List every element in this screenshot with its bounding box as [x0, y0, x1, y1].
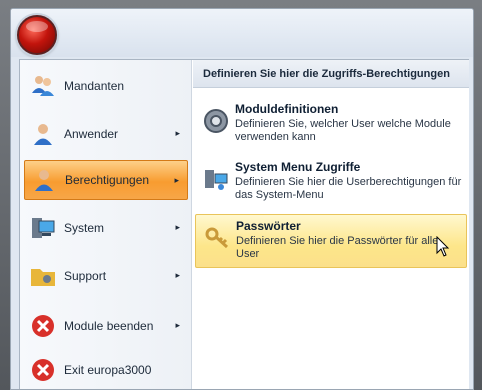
menu-item-label: Support — [64, 269, 107, 283]
submenu-item-moduldefinitionen[interactable]: Moduldefinitionen Definieren Sie, welche… — [195, 98, 467, 152]
submenu-item-description: Definieren Sie hier die Userberechtigung… — [235, 176, 462, 201]
menu-item-anwender[interactable]: Anwender ▸ — [24, 114, 188, 154]
application-window: Mandanten Anwender ▸ Berechtigungen ▸ Sy… — [10, 8, 474, 390]
menu-item-label: Berechtigungen — [65, 173, 150, 187]
menu-item-system[interactable]: System ▸ — [24, 208, 188, 248]
menu-item-mandanten[interactable]: Mandanten — [24, 66, 188, 106]
chevron-right-icon: ▸ — [175, 320, 180, 330]
computer-icon — [30, 215, 56, 241]
user-orange-icon — [31, 167, 57, 193]
menu-item-exit[interactable]: Exit europa3000 — [24, 350, 188, 389]
menu-item-label: Exit europa3000 — [64, 363, 152, 377]
submenu-panel: Definieren Sie hier die Zugriffs-Berecht… — [193, 60, 469, 389]
submenu-item-title: Moduldefinitionen — [235, 102, 339, 116]
close-red-icon — [30, 313, 56, 339]
application-menu: Mandanten Anwender ▸ Berechtigungen ▸ Sy… — [19, 59, 469, 389]
submenu-item-passwoerter[interactable]: Passwörter Definieren Sie hier die Passw… — [195, 214, 467, 268]
menu-item-label: System — [64, 221, 105, 235]
submenu-item-system-menu-zugriffe[interactable]: System Menu Zugriffe Definieren Sie hier… — [195, 156, 467, 210]
submenu-item-title: Passwörter — [236, 219, 301, 233]
network-icon — [203, 166, 229, 192]
menu-item-berechtigungen[interactable]: Berechtigungen ▸ — [24, 160, 188, 200]
menu-left-column: Mandanten Anwender ▸ Berechtigungen ▸ Sy… — [20, 60, 192, 389]
application-orb-button[interactable] — [17, 15, 57, 55]
menu-item-label: Module beenden — [64, 319, 154, 333]
user-icon — [30, 121, 56, 147]
title-bar — [11, 9, 473, 57]
chevron-right-icon: ▸ — [174, 175, 179, 185]
folder-icon — [30, 263, 56, 289]
keys-icon — [204, 225, 230, 251]
submenu-item-description: Definieren Sie, welcher User welche Modu… — [235, 118, 451, 143]
disc-icon — [203, 108, 229, 134]
chevron-right-icon: ▸ — [175, 270, 180, 280]
users-icon — [30, 73, 56, 99]
submenu-header: Definieren Sie hier die Zugriffs-Berecht… — [193, 60, 469, 88]
menu-item-label: Mandanten — [64, 79, 125, 93]
chevron-right-icon: ▸ — [175, 128, 180, 138]
chevron-right-icon: ▸ — [175, 222, 180, 232]
exit-red-icon — [30, 357, 56, 383]
mouse-cursor-icon — [436, 235, 450, 258]
menu-item-support[interactable]: Support ▸ — [24, 256, 188, 296]
menu-item-label: Anwender — [64, 127, 119, 141]
menu-item-module-beenden[interactable]: Module beenden ▸ — [24, 306, 188, 346]
submenu-item-title: System Menu Zugriffe — [235, 160, 361, 174]
submenu-item-description: Definieren Sie hier die Passwörter für a… — [236, 235, 439, 260]
